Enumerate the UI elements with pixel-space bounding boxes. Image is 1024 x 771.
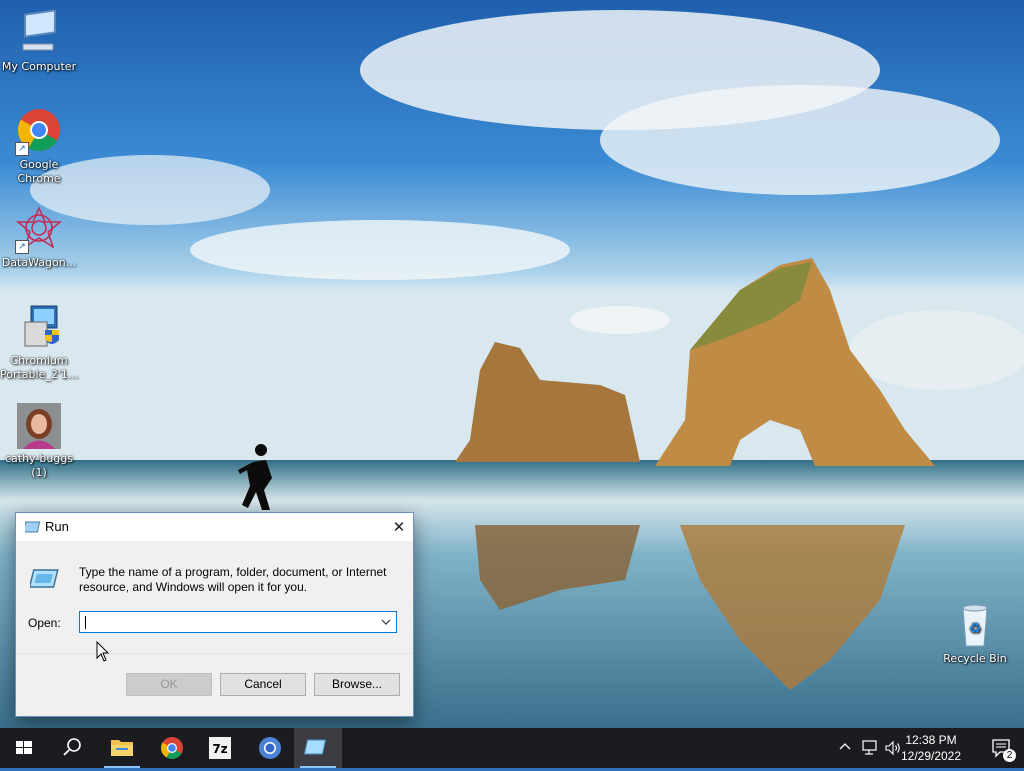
chrome-taskbar-button[interactable]: [148, 728, 196, 768]
chromium-taskbar-button[interactable]: [246, 728, 294, 768]
windows-logo-icon: [16, 741, 32, 754]
computer-icon: [15, 9, 63, 58]
run-dialog-title: Run: [45, 519, 69, 534]
folder-icon: [111, 740, 133, 756]
desktop-icon-label: Recycle Bin: [943, 652, 1007, 665]
taskbar-clock[interactable]: 12:38 PM 12/29/2022: [896, 732, 966, 764]
notification-count-badge: 2: [1003, 749, 1016, 762]
browse-button[interactable]: Browse...: [314, 673, 400, 696]
shortcut-arrow-icon: ↗: [15, 240, 29, 254]
clock-date: 12/29/2022: [900, 749, 962, 763]
cancel-button[interactable]: Cancel: [220, 673, 306, 696]
recycle-bin-icon: ♻: [951, 602, 999, 650]
desktop-icon-my-computer[interactable]: My Computer: [0, 9, 78, 74]
search-button[interactable]: [48, 728, 96, 768]
close-button[interactable]: ✕: [385, 513, 413, 541]
network-icon[interactable]: [862, 740, 880, 756]
mouse-pointer-icon: [96, 641, 110, 662]
run-dialog-message: Type the name of a program, folder, docu…: [79, 565, 387, 594]
chrome-icon: [161, 737, 183, 759]
open-combobox[interactable]: [79, 611, 397, 633]
desktop-icon-label: Google Chrome: [17, 158, 61, 185]
shortcut-arrow-icon: ↗: [15, 142, 29, 156]
desktop-icon-cathy-buggs[interactable]: cathy-buggs (1): [0, 402, 78, 480]
file-explorer-button[interactable]: [98, 728, 146, 768]
photo-thumbnail-icon: [15, 402, 63, 450]
open-label: Open:: [28, 616, 61, 630]
desktop-icon-datawagon[interactable]: ↗ DataWagon...: [0, 206, 78, 270]
desktop-icon-label: Chromium Portable_2'1...: [0, 354, 79, 381]
svg-text:7z: 7z: [212, 742, 227, 756]
taskbar: 7z 12:38 PM 12/29/2022 2: [0, 728, 1024, 768]
chromium-portable-installer-icon: [15, 304, 63, 352]
desktop-icon-google-chrome[interactable]: ↗ Google Chrome: [0, 108, 78, 186]
chevron-up-icon[interactable]: [838, 740, 852, 754]
run-dialog-titlebar[interactable]: Run ✕: [16, 513, 413, 541]
chromium-icon: [259, 737, 281, 759]
desktop-icon-recycle-bin[interactable]: ♻ Recycle Bin: [936, 602, 1014, 666]
action-center-button[interactable]: 2: [990, 736, 1016, 762]
desktop-icon-label: DataWagon...: [1, 256, 77, 269]
desktop-icon-label: cathy-buggs (1): [4, 452, 73, 479]
run-dialog: Run ✕ Type the name of a program, folder…: [15, 512, 414, 717]
chevron-down-icon[interactable]: [376, 612, 396, 632]
search-icon: [63, 738, 81, 756]
run-icon: [22, 520, 41, 537]
run-taskbar-button[interactable]: [294, 728, 342, 768]
chrome-icon: ↗: [15, 108, 63, 156]
run-program-icon: [28, 565, 62, 596]
7zip-icon: 7z: [209, 737, 231, 759]
7zip-taskbar-button[interactable]: 7z: [196, 728, 244, 768]
clock-time: 12:38 PM: [905, 733, 957, 747]
start-button[interactable]: [0, 728, 48, 768]
datawagon-icon: ↗: [15, 206, 63, 254]
text-caret: [85, 616, 86, 629]
desktop-icon-chromium-portable[interactable]: Chromium Portable_2'1...: [0, 304, 78, 382]
desktop-icon-label: My Computer: [1, 60, 77, 73]
ok-button[interactable]: OK: [126, 673, 212, 696]
run-icon: [303, 739, 327, 755]
svg-text:♻: ♻: [969, 621, 982, 637]
